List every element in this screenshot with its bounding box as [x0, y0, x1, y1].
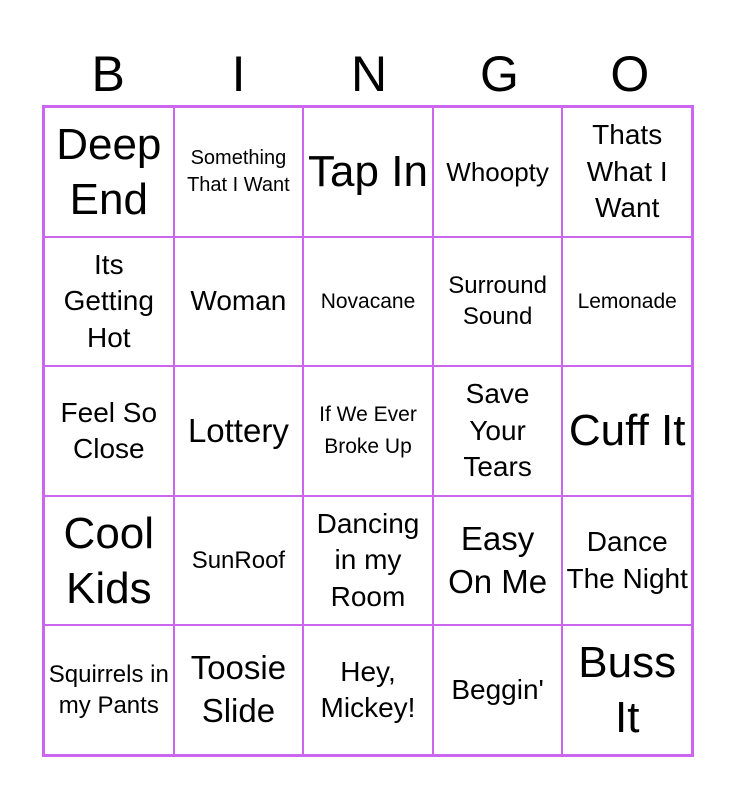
bingo-cell[interactable]: Lemonade [562, 236, 692, 367]
header-letter-b: B [91, 46, 125, 102]
header-letter-n: N [350, 46, 388, 102]
bingo-cell[interactable]: Feel So Close [44, 366, 174, 496]
bingo-cell[interactable]: Woman [173, 236, 304, 367]
bingo-cell[interactable]: Beggin' [432, 625, 563, 755]
bingo-cell[interactable]: Hey, Mickey! [303, 625, 433, 755]
bingo-cell[interactable]: Dance The Night [562, 495, 692, 626]
bingo-cell[interactable]: Its Getting Hot [44, 236, 174, 367]
bingo-cell[interactable]: Buss It [562, 625, 692, 755]
bingo-cell[interactable]: Save Your Tears [432, 366, 563, 496]
bingo-cell[interactable]: Cool Kids [44, 495, 174, 626]
bingo-cell[interactable]: Novacane [303, 236, 433, 367]
header-letter-g: G [479, 46, 519, 102]
bingo-cell[interactable]: If We Ever Broke Up [303, 366, 433, 496]
bingo-cell[interactable]: Tap In [303, 107, 433, 237]
bingo-card-grid: Deep End Something That I Want Tap In Wh… [42, 105, 694, 757]
bingo-cell[interactable]: Whoopty [432, 107, 563, 237]
bingo-cell[interactable]: Something That I Want [173, 107, 304, 237]
bingo-cell[interactable]: Squirrels in my Pants [44, 625, 174, 755]
header-letter-i: I [231, 46, 246, 102]
bingo-header: B I N G O [43, 44, 695, 104]
header-letter-o: O [610, 46, 650, 102]
bingo-cell[interactable]: Easy On Me [432, 495, 563, 626]
bingo-cell[interactable]: Lottery [173, 366, 304, 496]
bingo-cell[interactable]: Cuff It [562, 366, 692, 496]
bingo-cell[interactable]: Dancing in my Room [303, 495, 433, 626]
bingo-cell[interactable]: Surround Sound [432, 236, 563, 367]
bingo-cell[interactable]: Deep End [44, 107, 174, 237]
bingo-cell[interactable]: SunRoof [173, 495, 304, 626]
bingo-cell[interactable]: Toosie Slide [173, 625, 304, 755]
bingo-cell[interactable]: Thats What I Want [562, 107, 692, 237]
